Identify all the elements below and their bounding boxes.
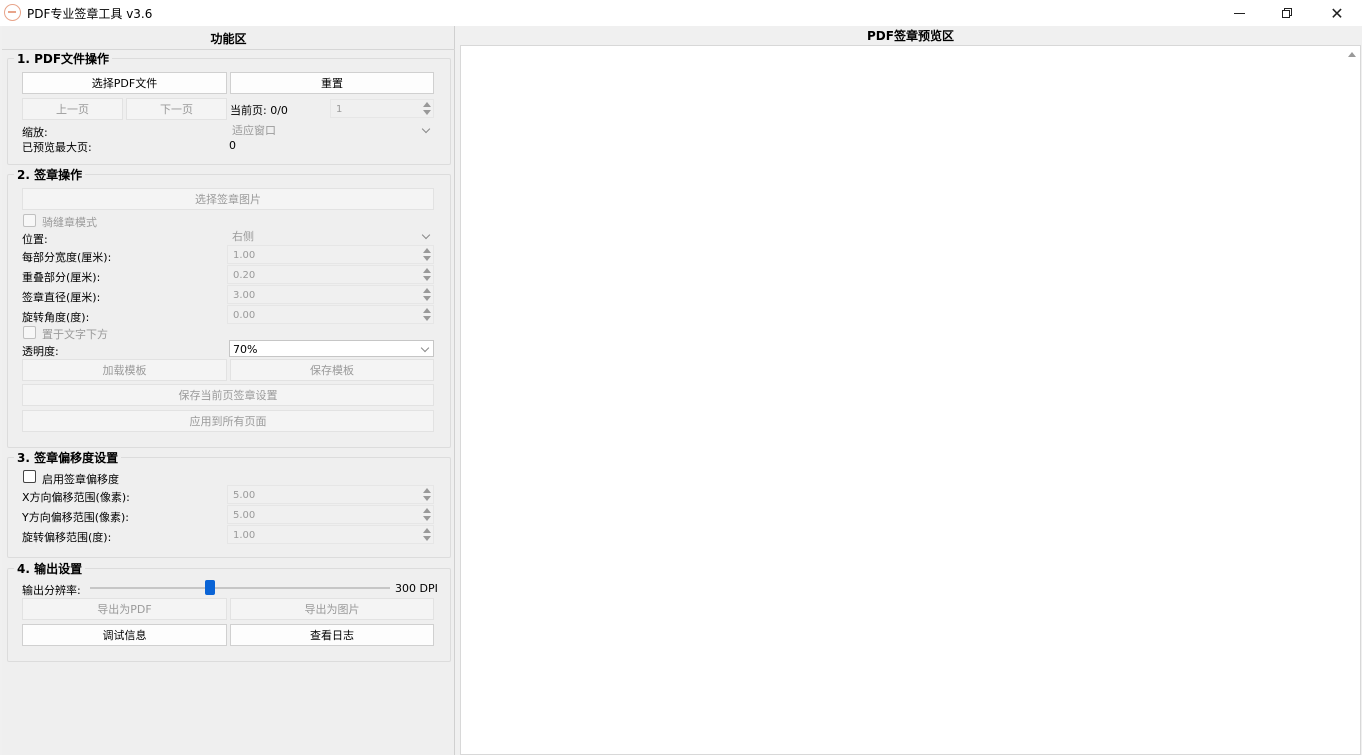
part-width-label: 每部分宽度(厘米): — [22, 251, 112, 264]
debug-info-button[interactable]: 调试信息 — [22, 624, 227, 646]
seal-operation-group-title: 2. 签章操作 — [14, 166, 86, 183]
resolution-slider[interactable] — [90, 587, 390, 589]
seam-mode-label: 骑缝章模式 — [42, 216, 97, 229]
scroll-up-arrow-icon[interactable] — [1348, 52, 1356, 57]
position-label: 位置: — [22, 233, 48, 246]
restore-icon — [1282, 8, 1292, 18]
spin-arrows-icon[interactable] — [423, 487, 431, 502]
rotation-value: 0.00 — [233, 310, 256, 321]
x-range-spinbox[interactable]: 5.00 — [227, 485, 434, 504]
overlap-value: 0.20 — [233, 270, 256, 281]
view-log-button[interactable]: 查看日志 — [230, 624, 434, 646]
page-spin-value: 1 — [336, 104, 343, 115]
title-bar: PDF专业签章工具 v3.6 ✕ — [0, 0, 1362, 26]
preview-title: PDF签章预览区 — [867, 29, 954, 43]
spin-arrows-icon[interactable] — [423, 267, 431, 282]
preview-canvas[interactable] — [460, 45, 1361, 755]
max-preview-label: 已预览最大页: — [22, 141, 92, 154]
max-preview-value: 0 — [229, 139, 236, 152]
rot-range-label: 旋转偏移范围(度): — [22, 531, 112, 544]
y-range-spinbox[interactable]: 5.00 — [227, 505, 434, 524]
resolution-slider-handle[interactable] — [205, 580, 215, 595]
x-range-value: 5.00 — [233, 490, 256, 501]
rotation-label: 旋转角度(度): — [22, 311, 90, 324]
below-text-checkbox[interactable] — [23, 326, 36, 339]
select-seal-image-button[interactable]: 选择签章图片 — [22, 188, 434, 210]
preview-panel: PDF签章预览区 — [459, 26, 1362, 755]
chevron-down-icon — [421, 230, 431, 240]
position-value: 右侧 — [232, 230, 254, 243]
spin-arrows-icon[interactable] — [423, 527, 431, 542]
maximize-button[interactable] — [1264, 0, 1310, 26]
enable-offset-checkbox[interactable] — [23, 470, 36, 483]
load-template-button[interactable]: 加载模板 — [22, 359, 227, 381]
current-page-label: 当前页: 0/0 — [230, 104, 288, 117]
opacity-combo[interactable]: 70% — [229, 340, 434, 357]
minimize-icon — [1233, 12, 1245, 14]
chevron-down-icon — [420, 343, 430, 353]
part-width-value: 1.00 — [233, 250, 256, 261]
zoom-value: 适应窗口 — [232, 124, 276, 137]
save-template-button[interactable]: 保存模板 — [230, 359, 434, 381]
app-seal-icon — [4, 4, 21, 21]
zoom-combo[interactable]: 适应窗口 — [229, 122, 434, 139]
y-range-value: 5.00 — [233, 510, 256, 521]
offset-group-title: 3. 签章偏移度设置 — [14, 449, 122, 466]
output-group-title: 4. 输出设置 — [14, 560, 86, 577]
spin-arrows-icon[interactable] — [423, 507, 431, 522]
rot-range-value: 1.00 — [233, 530, 256, 541]
chevron-down-icon — [421, 124, 431, 134]
export-image-button[interactable]: 导出为图片 — [230, 598, 434, 620]
enable-offset-label: 启用签章偏移度 — [42, 473, 119, 486]
diameter-value: 3.00 — [233, 290, 256, 301]
reset-button[interactable]: 重置 — [230, 72, 434, 94]
x-range-label: X方向偏移范围(像素): — [22, 491, 130, 504]
prev-page-button[interactable]: 上一页 — [22, 98, 123, 120]
window-title: PDF专业签章工具 v3.6 — [27, 7, 153, 21]
function-panel-title: 功能区 — [210, 32, 247, 46]
resolution-label: 输出分辨率: — [22, 584, 81, 597]
zoom-label: 缩放: — [22, 126, 48, 139]
spin-arrows-icon[interactable] — [423, 101, 431, 116]
page-spinbox[interactable]: 1 — [330, 99, 434, 118]
spin-arrows-icon[interactable] — [423, 247, 431, 262]
opacity-label: 透明度: — [22, 345, 59, 358]
below-text-label: 置于文字下方 — [42, 328, 108, 341]
close-button[interactable]: ✕ — [1314, 0, 1360, 26]
close-icon: ✕ — [1330, 3, 1344, 23]
position-combo[interactable]: 右侧 — [229, 228, 434, 245]
rot-range-spinbox[interactable]: 1.00 — [227, 525, 434, 544]
spin-arrows-icon[interactable] — [423, 287, 431, 302]
next-page-button[interactable]: 下一页 — [126, 98, 227, 120]
overlap-spinbox[interactable]: 0.20 — [227, 265, 434, 284]
diameter-spinbox[interactable]: 3.00 — [227, 285, 434, 304]
overlap-label: 重叠部分(厘米): — [22, 271, 101, 284]
function-panel: 功能区 1. PDF文件操作 选择PDF文件 重置 上一页 下一页 当前页: 0… — [2, 26, 455, 755]
apply-all-pages-button[interactable]: 应用到所有页面 — [22, 410, 434, 432]
seam-mode-checkbox[interactable] — [23, 214, 36, 227]
rotation-spinbox[interactable]: 0.00 — [227, 305, 434, 324]
resolution-value: 300 DPI — [395, 582, 438, 595]
save-current-page-button[interactable]: 保存当前页签章设置 — [22, 384, 434, 406]
y-range-label: Y方向偏移范围(像素): — [22, 511, 130, 524]
opacity-value: 70% — [233, 343, 258, 356]
select-pdf-button[interactable]: 选择PDF文件 — [22, 72, 227, 94]
export-pdf-button[interactable]: 导出为PDF — [22, 598, 227, 620]
pdf-file-group-title: 1. PDF文件操作 — [14, 50, 113, 67]
minimize-button[interactable] — [1216, 0, 1262, 26]
diameter-label: 签章直径(厘米): — [22, 291, 101, 304]
part-width-spinbox[interactable]: 1.00 — [227, 245, 434, 264]
spin-arrows-icon[interactable] — [423, 307, 431, 322]
